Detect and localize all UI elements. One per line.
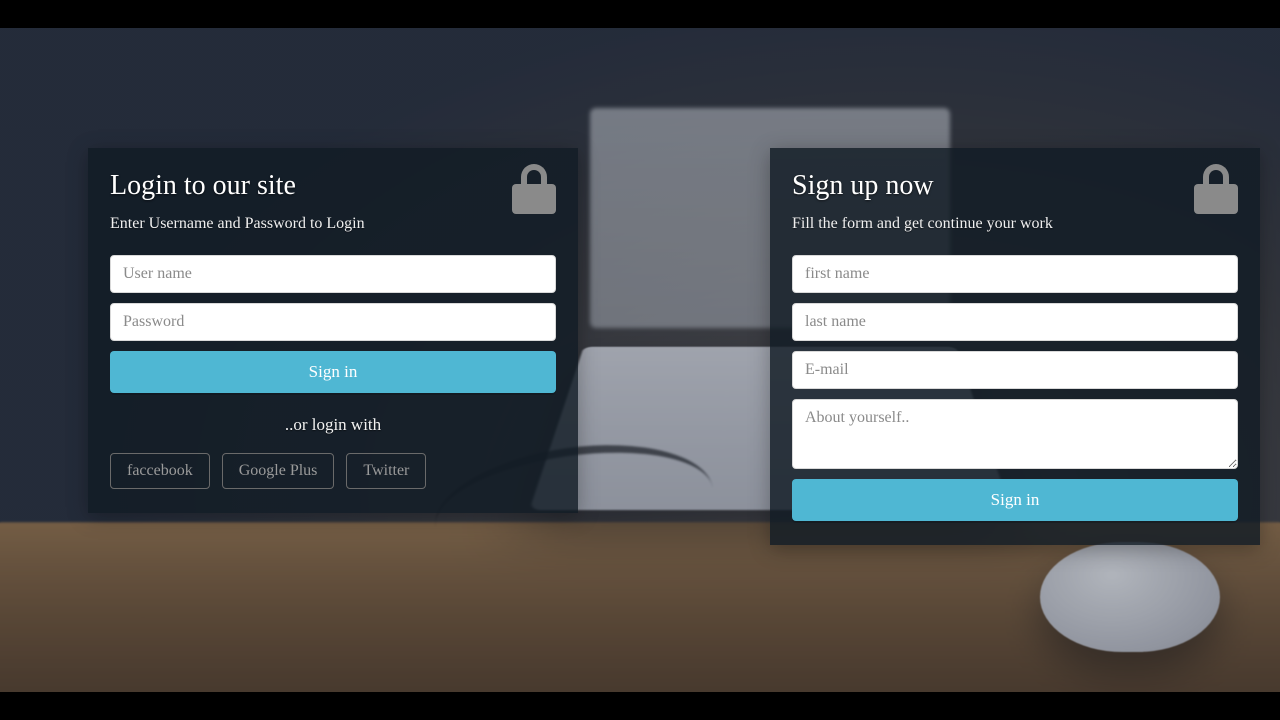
lock-icon — [1194, 164, 1238, 214]
login-header: Login to our site Enter Username and Pas… — [110, 170, 556, 237]
google-plus-button[interactable]: Google Plus — [222, 453, 335, 489]
letterbox-bottom — [0, 692, 1280, 720]
firstname-input[interactable] — [792, 255, 1238, 293]
signup-submit-button[interactable]: Sign in — [792, 479, 1238, 521]
login-divider-text: ..or login with — [110, 415, 556, 435]
email-input[interactable] — [792, 351, 1238, 389]
about-textarea[interactable] — [792, 399, 1238, 469]
social-login-row: faccebook Google Plus Twitter — [110, 453, 556, 489]
login-card: Login to our site Enter Username and Pas… — [88, 148, 578, 513]
login-title: Login to our site — [110, 170, 556, 202]
signup-subtitle: Fill the form and get continue your work — [792, 212, 1092, 237]
signup-title: Sign up now — [792, 170, 1238, 202]
lock-icon — [512, 164, 556, 214]
username-input[interactable] — [110, 255, 556, 293]
signup-card: Sign up now Fill the form and get contin… — [770, 148, 1260, 545]
login-submit-button[interactable]: Sign in — [110, 351, 556, 393]
twitter-button[interactable]: Twitter — [346, 453, 426, 489]
page-background: Login to our site Enter Username and Pas… — [0, 28, 1280, 692]
letterbox-top — [0, 0, 1280, 28]
login-subtitle: Enter Username and Password to Login — [110, 212, 410, 237]
password-input[interactable] — [110, 303, 556, 341]
signup-header: Sign up now Fill the form and get contin… — [792, 170, 1238, 237]
lastname-input[interactable] — [792, 303, 1238, 341]
facebook-button[interactable]: faccebook — [110, 453, 210, 489]
